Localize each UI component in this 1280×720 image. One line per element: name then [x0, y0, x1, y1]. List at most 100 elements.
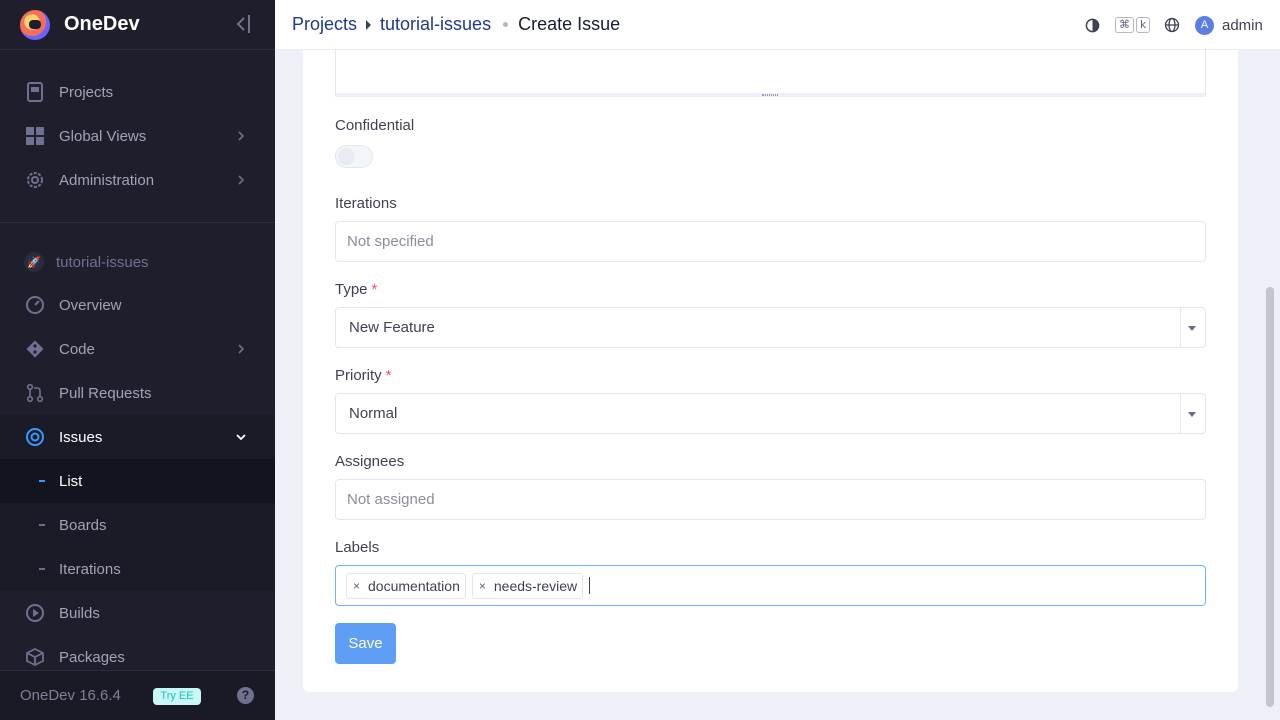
type-label: Type *	[335, 281, 377, 298]
sidebar-divider	[0, 222, 275, 223]
confidential-label: Confidential	[335, 117, 415, 134]
description-editor[interactable]	[335, 50, 1206, 97]
collapse-sidebar-icon[interactable]	[234, 13, 254, 35]
sidebar-subitem-iterations[interactable]: Iterations	[0, 547, 275, 591]
save-button[interactable]: Save	[335, 623, 396, 664]
labels-label: Labels	[335, 539, 380, 556]
sidebar: OneDev Projects Global Views Administrat…	[0, 0, 275, 720]
theme-toggle[interactable]	[1085, 15, 1100, 35]
priority-select[interactable]: Normal	[335, 393, 1206, 434]
sidebar-item-builds[interactable]: Builds	[0, 591, 275, 635]
sidebar-item-administration[interactable]: Administration	[0, 158, 275, 202]
command-palette-shortcut[interactable]: ⌘ k	[1115, 15, 1152, 35]
language-button[interactable]	[1164, 15, 1180, 35]
sidebar-item-label: Issues	[59, 428, 103, 446]
remove-tag-icon[interactable]: ×	[479, 579, 486, 593]
try-ee-badge[interactable]: Try EE	[153, 688, 201, 705]
page-title: Create Issue	[518, 14, 621, 34]
caret-right-icon	[366, 19, 372, 30]
sidebar-item-pull-requests[interactable]: Pull Requests	[0, 371, 275, 415]
tag-text: needs-review	[493, 577, 578, 594]
remove-tag-icon[interactable]: ×	[353, 579, 360, 593]
sidebar-item-label: Boards	[59, 516, 107, 534]
resize-handle-icon[interactable]	[762, 94, 778, 96]
help-icon[interactable]: ?	[237, 687, 254, 704]
version-label: OneDev 16.6.4	[20, 687, 121, 704]
assignees-select[interactable]: Not assigned	[335, 479, 1206, 520]
breadcrumb: Projects tutorial-issues Create Issue	[292, 14, 620, 35]
label-tag: × needs-review	[471, 572, 584, 599]
projects-icon	[24, 81, 46, 103]
sidebar-subitem-boards[interactable]: Boards	[0, 503, 275, 547]
select-divider	[1180, 394, 1181, 433]
sidebar-item-label: Administration	[59, 171, 155, 189]
assignees-placeholder: Not assigned	[347, 491, 435, 508]
bullet-dash	[39, 480, 45, 482]
brand: OneDev	[0, 0, 275, 50]
sidebar-footer: OneDev 16.6.4 Try EE ?	[0, 670, 275, 720]
globe-icon	[1164, 17, 1180, 33]
iterations-select[interactable]: Not specified	[335, 221, 1206, 262]
sidebar-item-label: Code	[59, 340, 95, 358]
text-cursor	[589, 577, 591, 594]
breadcrumb-project[interactable]: tutorial-issues	[380, 14, 491, 35]
sidebar-item-label: List	[59, 472, 83, 490]
sidebar-item-issues[interactable]: Issues	[0, 415, 275, 459]
sidebar-item-label: Global Views	[59, 127, 147, 145]
sidebar-item-label: Projects	[59, 83, 114, 101]
issues-icon	[24, 426, 46, 448]
breadcrumb-separator	[503, 22, 509, 27]
sidebar-item-label: Overview	[59, 296, 122, 314]
required-mark: *	[371, 281, 378, 298]
sidebar-item-label: Pull Requests	[59, 384, 152, 402]
caret-down-icon[interactable]	[1188, 326, 1196, 331]
sidebar-item-label: Iterations	[59, 560, 121, 578]
user-menu[interactable]: A admin	[1195, 15, 1263, 35]
username: admin	[1222, 16, 1263, 34]
sidebar-item-overview[interactable]: Overview	[0, 283, 275, 327]
type-select[interactable]: New Feature	[335, 307, 1206, 348]
confidential-toggle[interactable]	[335, 145, 373, 168]
gauge-icon	[24, 294, 46, 316]
toggle-knob	[338, 148, 355, 165]
chevron-down-icon	[236, 434, 246, 441]
git-icon	[24, 338, 46, 360]
sidebar-project-name[interactable]: 🚀 tutorial-issues	[24, 252, 149, 272]
bullet-dash	[39, 568, 45, 570]
assignees-label: Assignees	[335, 453, 405, 470]
app-name: OneDev	[64, 13, 140, 35]
create-issue-card: Confidential Iterations Not specified Ty…	[303, 50, 1238, 692]
package-icon	[24, 646, 46, 668]
type-value: New Feature	[349, 319, 435, 336]
type-label-text: Type	[335, 281, 368, 298]
chevron-right-icon	[238, 344, 245, 354]
priority-label-text: Priority	[335, 367, 382, 384]
kbd-k: k	[1136, 17, 1151, 33]
breadcrumb-projects[interactable]: Projects	[292, 14, 357, 35]
grid-icon	[24, 125, 46, 147]
project-name-label: tutorial-issues	[56, 253, 149, 271]
sidebar-item-label: Builds	[59, 604, 100, 622]
select-divider	[1180, 308, 1181, 347]
sidebar-item-label: Packages	[59, 648, 125, 666]
label-tag: × documentation	[346, 572, 466, 599]
iterations-label: Iterations	[335, 195, 397, 212]
sidebar-item-projects[interactable]: Projects	[0, 70, 275, 114]
sidebar-item-global-views[interactable]: Global Views	[0, 114, 275, 158]
caret-down-icon[interactable]	[1188, 412, 1196, 417]
sidebar-subitem-list[interactable]: List	[0, 459, 275, 503]
labels-input[interactable]: × documentation × needs-review	[335, 565, 1206, 606]
kbd-cmd: ⌘	[1115, 17, 1134, 33]
sidebar-item-code[interactable]: Code	[0, 327, 275, 371]
onedev-logo-icon	[20, 9, 50, 40]
tag-text: documentation	[368, 577, 460, 594]
gear-icon	[24, 169, 46, 191]
required-mark: *	[385, 367, 392, 384]
priority-label: Priority *	[335, 367, 392, 384]
rocket-icon: 🚀	[24, 252, 44, 272]
play-circle-icon	[24, 602, 46, 624]
pull-request-icon	[24, 382, 46, 404]
contrast-icon	[1085, 18, 1100, 32]
chevron-right-icon	[238, 175, 245, 185]
page-scrollbar[interactable]	[1266, 287, 1274, 707]
